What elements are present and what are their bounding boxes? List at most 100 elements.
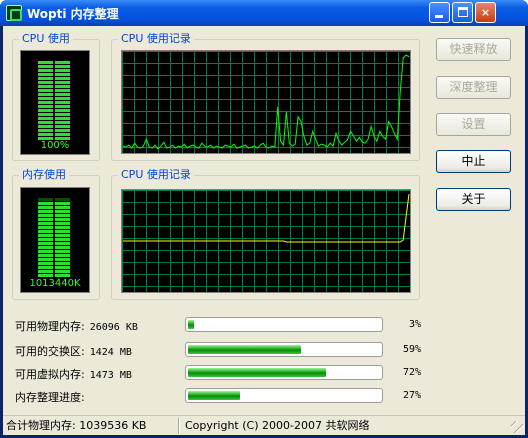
memory-meter-segment bbox=[55, 206, 70, 209]
memory-meter-segment bbox=[55, 214, 70, 217]
memory-usage-group: 内存使用 1013440K bbox=[12, 167, 100, 300]
cpu-meter-segment bbox=[55, 65, 70, 68]
minimize-button[interactable] bbox=[429, 2, 450, 23]
maximize-icon bbox=[458, 7, 468, 17]
memory-history-graph bbox=[121, 189, 411, 293]
memory-usage-title: 内存使用 bbox=[19, 167, 69, 183]
memory-meter-segment bbox=[38, 262, 53, 265]
cpu-meter-segment bbox=[55, 81, 70, 84]
cleanup-progress-fill bbox=[188, 391, 240, 400]
deep-clean-button[interactable]: 深度整理 bbox=[436, 76, 511, 99]
cpu-meter-segment bbox=[38, 109, 53, 112]
available-virtual-memory-label: 可用虚拟内存: 1473 MB bbox=[15, 366, 132, 382]
cpu-usage-value: 100% bbox=[40, 140, 70, 151]
cpu-meter-segment bbox=[55, 113, 70, 116]
memory-meter-segment bbox=[55, 210, 70, 213]
cpu-meter-segment bbox=[55, 125, 70, 128]
memory-usage-value: 1013440K bbox=[29, 278, 81, 289]
memory-meter-segment bbox=[38, 258, 53, 261]
resize-grip-icon[interactable] bbox=[511, 421, 523, 433]
memory-history-group: CPU 使用记录 bbox=[111, 167, 420, 300]
memory-meter-segment bbox=[38, 198, 53, 201]
close-icon: × bbox=[480, 6, 491, 19]
memory-meter-segment bbox=[55, 230, 70, 233]
available-virtual-memory-text: 可用虚拟内存: bbox=[15, 368, 85, 381]
memory-meter-segment bbox=[55, 242, 70, 245]
cpu-meter-segment bbox=[38, 69, 53, 72]
copyright-text: Copyright (C) 2000-2007 共软网络 bbox=[185, 419, 370, 432]
memory-meter-segment bbox=[55, 250, 70, 253]
cpu-history-title: CPU 使用记录 bbox=[118, 31, 194, 47]
cpu-meter-segment bbox=[38, 89, 53, 92]
memory-meter-segment bbox=[55, 254, 70, 257]
cleanup-progress-bar bbox=[185, 388, 383, 403]
memory-history-title: CPU 使用记录 bbox=[118, 167, 194, 183]
cpu-meter-segment bbox=[55, 133, 70, 136]
memory-history-chart bbox=[122, 190, 410, 292]
cpu-meter-segment bbox=[38, 81, 53, 84]
available-physical-memory-text: 可用物理内存: bbox=[15, 320, 85, 333]
cpu-meter-segment bbox=[55, 101, 70, 104]
memory-meter-segment bbox=[38, 226, 53, 229]
memory-meter-segment bbox=[55, 218, 70, 221]
available-virtual-memory-bar bbox=[185, 365, 383, 380]
memory-meter-segment bbox=[55, 266, 70, 269]
cpu-meter-segment bbox=[55, 121, 70, 124]
cleanup-progress-percent: 27% bbox=[402, 390, 421, 401]
stop-button[interactable]: 中止 bbox=[436, 150, 511, 173]
cpu-meter-segment bbox=[38, 113, 53, 116]
title-bar[interactable]: Wopti 内存整理 × bbox=[0, 0, 528, 26]
memory-meter-segment bbox=[55, 202, 70, 205]
available-swap-label: 可用的交换区: 1424 MB bbox=[15, 343, 132, 359]
memory-meter-segment bbox=[55, 258, 70, 261]
cpu-usage-group: CPU 使用 100% bbox=[12, 31, 100, 161]
available-swap-bar bbox=[185, 342, 383, 357]
memory-meter-segment bbox=[55, 198, 70, 201]
memory-meter-segment bbox=[38, 214, 53, 217]
settings-button[interactable]: 设置 bbox=[436, 113, 511, 136]
available-swap-value: 1424 MB bbox=[89, 347, 132, 358]
cpu-meter-segment bbox=[55, 109, 70, 112]
available-swap-text: 可用的交换区: bbox=[15, 345, 85, 358]
available-virtual-memory-value: 1473 MB bbox=[89, 370, 132, 381]
cpu-meter-segment bbox=[38, 105, 53, 108]
status-bar: 合计物理内存: 1039536 KB Copyright (C) 2000-20… bbox=[3, 415, 525, 435]
memory-meter-segment bbox=[38, 238, 53, 241]
cpu-history-chart bbox=[122, 51, 410, 153]
cpu-meter-segment bbox=[55, 73, 70, 76]
about-button[interactable]: 关于 bbox=[436, 188, 511, 211]
memory-meter-segment bbox=[38, 270, 53, 273]
cpu-usage-title: CPU 使用 bbox=[19, 31, 73, 47]
memory-meter-segment bbox=[55, 262, 70, 265]
maximize-button[interactable] bbox=[452, 2, 473, 23]
available-physical-memory-label: 可用物理内存: 26096 KB bbox=[15, 318, 138, 334]
memory-meter-segment bbox=[38, 242, 53, 245]
cpu-meter-segment bbox=[38, 93, 53, 96]
cpu-meter-segment bbox=[38, 61, 53, 64]
cpu-meter-segment bbox=[38, 133, 53, 136]
available-physical-memory-percent: 3% bbox=[408, 319, 421, 330]
available-physical-memory-bar bbox=[185, 317, 383, 332]
fast-release-button[interactable]: 快速释放 bbox=[436, 38, 511, 61]
app-icon bbox=[6, 5, 22, 21]
cpu-meter-segment bbox=[55, 69, 70, 72]
cleanup-progress-label: 内存整理进度: bbox=[15, 389, 85, 405]
memory-meter-segment bbox=[38, 218, 53, 221]
available-virtual-memory-fill bbox=[188, 368, 326, 377]
cpu-meter-segment bbox=[55, 93, 70, 96]
memory-meter-segment bbox=[38, 250, 53, 253]
cpu-meter-segment bbox=[55, 77, 70, 80]
memory-meter-segment bbox=[55, 238, 70, 241]
close-button[interactable]: × bbox=[475, 2, 496, 23]
memory-meter-segment bbox=[55, 270, 70, 273]
available-physical-memory-fill bbox=[188, 320, 194, 329]
memory-meter-segment bbox=[38, 246, 53, 249]
cpu-meter-segment bbox=[38, 101, 53, 104]
memory-meter-segment bbox=[38, 202, 53, 205]
available-swap-fill bbox=[188, 345, 301, 354]
memory-meter-segment bbox=[55, 274, 70, 277]
cpu-history-graph bbox=[121, 50, 411, 154]
memory-meter-segment bbox=[38, 274, 53, 277]
cpu-meter-segment bbox=[55, 89, 70, 92]
cpu-meter-segment bbox=[38, 121, 53, 124]
